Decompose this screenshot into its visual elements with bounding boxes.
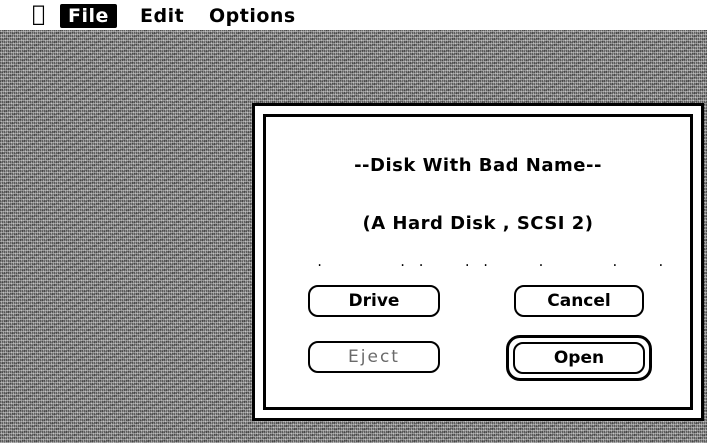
disk-name-label: --Disk With Bad Name--	[354, 155, 602, 176]
menu-options[interactable]: Options	[209, 4, 296, 28]
drive-button[interactable]: Drive	[308, 285, 440, 317]
open-button[interactable]: Open	[513, 342, 645, 374]
menu-bar:  File Edit Options	[0, 0, 707, 30]
menu-edit[interactable]: Edit	[140, 4, 184, 28]
apple-menu-icon[interactable]: 	[32, 3, 46, 27]
cancel-button[interactable]: Cancel	[514, 285, 644, 317]
menu-file[interactable]: File	[60, 4, 117, 28]
eject-button: Eject	[308, 341, 440, 373]
disk-info-label: (A Hard Disk , SCSI 2)	[362, 213, 594, 234]
open-file-dialog: --Disk With Bad Name-- (A Hard Disk , SC…	[252, 103, 704, 421]
dialog-inner-frame: --Disk With Bad Name-- (A Hard Disk , SC…	[263, 114, 693, 410]
file-list-area[interactable]: . . . . . . . .	[316, 255, 665, 269]
